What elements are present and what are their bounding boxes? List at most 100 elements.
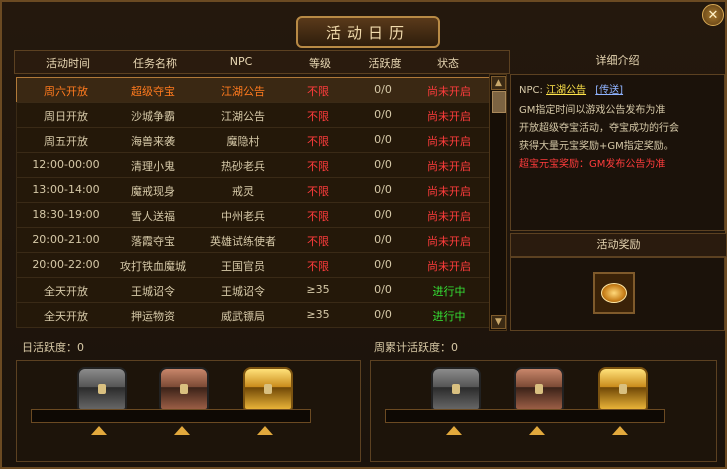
table-row[interactable]: 全天开放 王城诏令 王城诏令 ≥35 0/0 进行中 [16, 277, 491, 303]
cell-active: 0/0 [374, 258, 392, 271]
cell-level: 不限 [307, 210, 329, 223]
weekly-marker-2-icon [529, 426, 545, 435]
cell-status: 进行中 [432, 310, 466, 323]
cell-time: 全天开放 [44, 310, 88, 323]
cell-time: 20:00-21:00 [32, 233, 100, 246]
table-row[interactable]: 全天开放 押运物资 威武镖局 ≥35 0/0 进行中 [16, 302, 491, 328]
daily-chest-1-icon[interactable] [77, 367, 127, 411]
cell-status: 尚未开启 [427, 85, 471, 98]
cell-name: 押运物资 [131, 310, 175, 323]
cell-status: 尚未开启 [427, 185, 471, 198]
daily-chest-3-icon[interactable] [243, 367, 293, 411]
cell-active: 0/0 [374, 233, 392, 246]
header-npc: NPC [229, 55, 253, 68]
detail-line-4: 超宝元宝奖励：GM发布公告为准 [519, 159, 666, 170]
close-icon: ✕ [707, 7, 719, 23]
daily-chest-panel [16, 360, 361, 462]
cell-level: 不限 [307, 135, 329, 148]
cell-npc: 中州老兵 [221, 210, 265, 223]
detail-npc-line: NPC: 江湖公告 [传送] [519, 81, 623, 96]
cell-active: 0/0 [374, 308, 392, 321]
cell-level: ≥35 [306, 283, 330, 296]
table-row[interactable]: 周日开放 沙城争霸 江湖公告 不限 0/0 尚未开启 [16, 102, 491, 128]
header-task: 任务名称 [133, 57, 177, 70]
cell-active: 0/0 [374, 283, 392, 296]
cell-time: 周五开放 [44, 135, 88, 148]
cell-level: 不限 [307, 160, 329, 173]
cell-level: 不限 [307, 185, 329, 198]
close-button[interactable]: ✕ [702, 4, 724, 26]
cell-level: 不限 [307, 235, 329, 248]
scroll-up-icon[interactable]: ▲ [491, 76, 506, 90]
weekly-chest-panel [370, 360, 717, 462]
reward-panel [510, 257, 725, 331]
table-row[interactable]: 20:00-22:00 攻打铁血魔城 王国官员 不限 0/0 尚未开启 [16, 252, 491, 278]
cell-npc: 热砂老兵 [221, 160, 265, 173]
cell-level: 不限 [307, 110, 329, 123]
daily-marker-2-icon [174, 426, 190, 435]
cell-status: 尚未开启 [427, 260, 471, 273]
teleport-link[interactable]: [传送] [595, 85, 623, 96]
cell-status: 尚未开启 [427, 235, 471, 248]
cell-time: 周日开放 [44, 110, 88, 123]
header-time: 活动时间 [46, 57, 90, 70]
table-scrollbar[interactable]: ▲ ▼ [489, 74, 507, 331]
weekly-chest-1-icon[interactable] [431, 367, 481, 411]
weekly-chest-2-icon[interactable] [514, 367, 564, 411]
cell-level: 不限 [307, 260, 329, 273]
cell-time: 13:00-14:00 [32, 183, 100, 196]
cell-active: 0/0 [374, 108, 392, 121]
reward-title: 活动奖励 [510, 233, 727, 257]
cell-level: 不限 [307, 85, 329, 98]
table-row[interactable]: 20:00-21:00 落霞夺宝 英雄试练使者 不限 0/0 尚未开启 [16, 227, 491, 253]
cell-npc: 魔隐村 [226, 135, 260, 148]
cell-name: 落霞夺宝 [131, 235, 175, 248]
header-active: 活跃度 [368, 57, 402, 70]
table-row[interactable]: 18:30-19:00 雪人送福 中州老兵 不限 0/0 尚未开启 [16, 202, 491, 228]
header-level: 等级 [309, 57, 331, 70]
cell-name: 海兽来袭 [131, 135, 175, 148]
daily-chest-2-icon[interactable] [159, 367, 209, 411]
header-status: 状态 [437, 57, 459, 70]
cell-active: 0/0 [374, 158, 392, 171]
cell-time: 周六开放 [44, 85, 88, 98]
cell-npc: 江湖公告 [221, 110, 265, 123]
table-row[interactable]: 12:00-00:00 清理小鬼 热砂老兵 不限 0/0 尚未开启 [16, 152, 491, 178]
gold-ingot-icon[interactable] [593, 272, 635, 314]
detail-line-1: GM指定时间以游戏公告发布为准 [519, 105, 666, 116]
cell-status: 尚未开启 [427, 110, 471, 123]
table-row[interactable]: 周五开放 海兽来袭 魔隐村 不限 0/0 尚未开启 [16, 127, 491, 153]
cell-level: ≥35 [306, 308, 330, 321]
cell-status: 进行中 [432, 285, 466, 298]
cell-npc: 威武镖局 [221, 310, 265, 323]
detail-line-3: 获得大量元宝奖励+GM指定奖励。 [519, 141, 674, 152]
weekly-chest-3-icon[interactable] [598, 367, 648, 411]
scroll-down-icon[interactable]: ▼ [491, 315, 506, 329]
weekly-marker-1-icon [446, 426, 462, 435]
cell-status: 尚未开启 [427, 135, 471, 148]
cell-npc: 戒灵 [232, 185, 254, 198]
daily-activity-label: 日活跃度：0 [22, 341, 84, 354]
detail-title: 详细介绍 [595, 54, 640, 67]
cell-name: 清理小鬼 [131, 160, 175, 173]
cell-active: 0/0 [374, 208, 392, 221]
cell-name: 魔戒现身 [131, 185, 175, 198]
daily-marker-1-icon [91, 426, 107, 435]
detail-npc-prefix: NPC: [519, 85, 543, 96]
cell-name: 沙城争霸 [131, 110, 175, 123]
activity-calendar-window: 活动日历 ✕ 活动时间 任务名称 NPC 等级 活跃度 状态 周六开放 超级夺宝江… [0, 0, 727, 469]
scroll-thumb[interactable] [492, 91, 506, 113]
cell-npc: 王国官员 [221, 260, 265, 273]
table-row[interactable]: 13:00-14:00 魔戒现身 戒灵 不限 0/0 尚未开启 [16, 177, 491, 203]
daily-progress-bar [31, 409, 311, 423]
cell-time: 12:00-00:00 [32, 158, 100, 171]
cell-name: 王城诏令 [131, 285, 175, 298]
cell-status: 尚未开启 [427, 210, 471, 223]
cell-npc: 英雄试练使者 [210, 235, 276, 248]
cell-npc: 王城诏令 [221, 285, 265, 298]
cell-active: 0/0 [374, 183, 392, 196]
weekly-marker-3-icon [612, 426, 628, 435]
cell-time: 20:00-22:00 [32, 258, 100, 271]
detail-npc-link[interactable]: 江湖公告 [546, 85, 586, 96]
table-row[interactable]: 周六开放 超级夺宝 江湖公告 不限 0/0 尚未开启 [16, 77, 491, 103]
